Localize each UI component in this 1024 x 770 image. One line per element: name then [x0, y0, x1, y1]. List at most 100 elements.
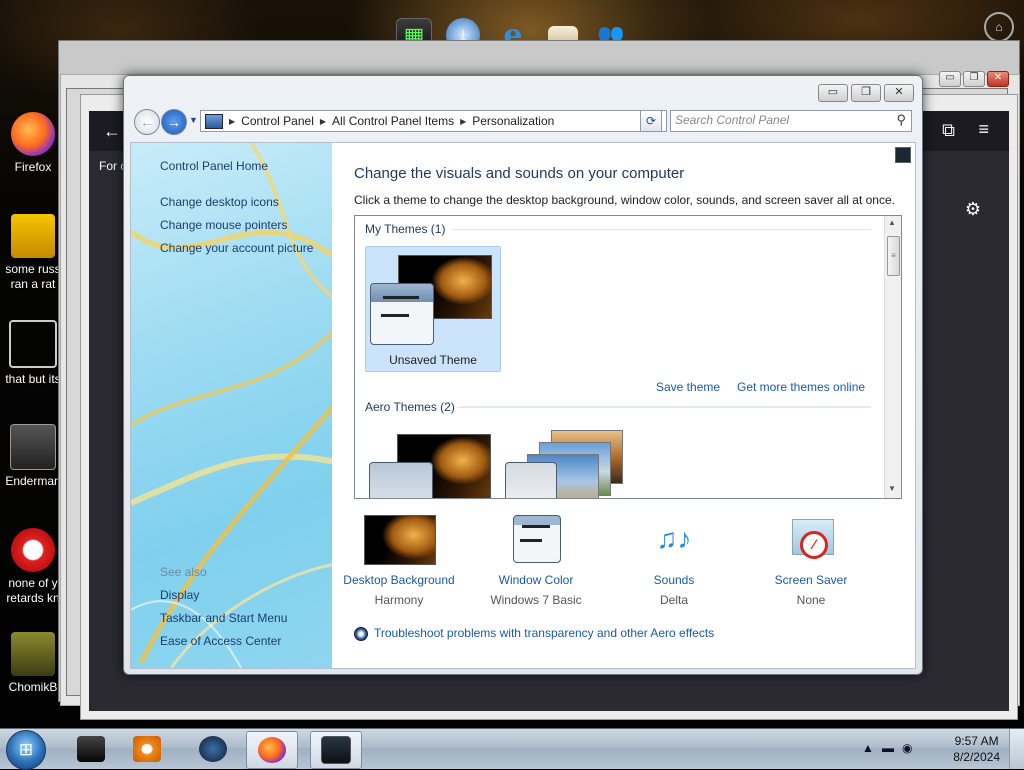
taskbar-firefox[interactable] [246, 731, 298, 769]
windows-logo-icon: ⊞ [18, 740, 34, 759]
desktop-icon-label: Enderman [5, 474, 61, 488]
window-caption-buttons: ▭ ❐ ✕ [818, 84, 914, 102]
troubleshoot-icon [354, 627, 368, 641]
sounds-icon: ♫♪ [656, 523, 692, 554]
screen-saver-label[interactable]: Screen Saver [741, 573, 881, 587]
hamburger-menu-icon[interactable]: ≡ [978, 119, 989, 140]
address-bar[interactable]: ▶ Control Panel ▶ All Control Panel Item… [200, 110, 667, 132]
sounds-label[interactable]: Sounds [604, 573, 744, 587]
desktop-background-icon [362, 515, 436, 565]
volume-icon[interactable]: ◉ [902, 741, 912, 755]
forward-button[interactable]: → [161, 109, 187, 135]
globe-icon [199, 736, 227, 762]
breadcrumb-control-panel[interactable]: Control Panel [241, 114, 314, 128]
taskbar: ⊞ ▲ ▬ ◉ 9:57 AM 8/2/2024 [0, 728, 1024, 770]
theme-window-thumbnail [505, 462, 557, 498]
media-player-icon [133, 736, 161, 762]
taskbar-app-globe[interactable] [188, 731, 238, 767]
breadcrumb-all-items[interactable]: All Control Panel Items [332, 114, 454, 128]
get-more-themes-link[interactable]: Get more themes online [737, 380, 865, 394]
black-box-icon [77, 736, 105, 762]
network-icon[interactable]: ▬ [882, 741, 894, 755]
maximize-button[interactable]: ❐ [851, 84, 881, 102]
desktop-icon-file-2[interactable]: that but its [0, 320, 66, 387]
desktop-background-option[interactable]: Desktop Background Harmony [329, 515, 469, 607]
screen-saver-icon: ⁄ [774, 515, 848, 565]
monitor-icon [10, 424, 56, 470]
unsaved-theme-label: Unsaved Theme [389, 353, 477, 367]
aero-theme-landscapes-tile[interactable] [505, 428, 639, 498]
close-button[interactable]: ✕ [987, 71, 1009, 87]
desktop-icon-file-5[interactable]: ChomikB [0, 632, 66, 695]
desktop-background-label[interactable]: Desktop Background [329, 573, 469, 587]
theme-window-thumbnail [369, 462, 433, 498]
scroll-thumb[interactable]: ≡ [887, 236, 900, 276]
notification-area: ▲ ▬ ◉ 9:57 AM 8/2/2024 [844, 729, 1024, 769]
group-divider [457, 407, 871, 408]
change-account-picture-link[interactable]: Change your account picture [160, 241, 313, 255]
breadcrumb-separator-icon[interactable]: ▶ [460, 117, 466, 126]
file-icon [11, 214, 55, 258]
window-color-label[interactable]: Window Color [466, 573, 606, 587]
show-desktop-button[interactable] [1009, 729, 1024, 769]
firefox-caption-buttons: ▭ ❐ ✕ [939, 71, 1009, 87]
desktop-icon-label: some russ ran a rat [5, 262, 61, 291]
sounds-option[interactable]: ♫♪ Sounds Delta [604, 515, 744, 607]
window-body: Control Panel Home Change desktop icons … [130, 142, 916, 669]
clock[interactable]: 9:57 AM 8/2/2024 [953, 733, 1000, 765]
scroll-down-arrow-icon[interactable]: ▼ [888, 484, 896, 493]
window-color-option[interactable]: Window Color Windows 7 Basic [466, 515, 606, 607]
screen-saver-option[interactable]: ⁄ Screen Saver None [741, 515, 881, 607]
taskbar-start-menu-link[interactable]: Taskbar and Start Menu [160, 611, 287, 625]
desktop-icon-label: that but its [5, 372, 61, 386]
dock-lock-icon[interactable]: ⌂ [984, 12, 1014, 42]
troubleshoot-aero-link[interactable]: Troubleshoot problems with transparency … [374, 626, 714, 640]
taskbar-media-player[interactable] [122, 731, 172, 767]
aero-themes-group-title: Aero Themes (2) [365, 400, 461, 414]
breadcrumb-separator-icon[interactable]: ▶ [229, 117, 235, 126]
ease-of-access-link[interactable]: Ease of Access Center [160, 634, 281, 648]
personalization-window: ▭ ❐ ✕ ← → ▼ ▶ Control Panel ▶ All Contro… [123, 75, 923, 675]
desktop-icon-file-4[interactable]: none of y retards kn [0, 528, 66, 606]
refresh-button[interactable]: ⟳ [640, 110, 662, 132]
search-input[interactable] [675, 113, 885, 127]
minimize-button[interactable]: ▭ [939, 71, 961, 87]
taskbar-control-panel[interactable] [310, 731, 362, 769]
window-color-value: Windows 7 Basic [490, 593, 582, 607]
show-hidden-icons-icon[interactable]: ▲ [862, 741, 874, 755]
display-link[interactable]: Display [160, 588, 199, 602]
search-box[interactable]: ⚲ [670, 110, 912, 132]
breadcrumb-separator-icon[interactable]: ▶ [320, 117, 326, 126]
settings-gear-icon[interactable]: ⚙ [965, 199, 981, 220]
back-button[interactable]: ← [134, 109, 160, 135]
page-description: Click a theme to change the desktop back… [354, 193, 895, 207]
back-arrow-icon[interactable]: ← [103, 121, 121, 142]
change-desktop-icons-link[interactable]: Change desktop icons [160, 195, 279, 209]
recent-pages-dropdown-icon[interactable]: ▼ [189, 115, 198, 125]
unsaved-theme-tile[interactable]: Unsaved Theme [365, 246, 501, 372]
maximize-button[interactable]: ❐ [963, 71, 985, 87]
desktop-icon-file-1[interactable]: some russ ran a rat [0, 214, 66, 292]
window-color-thumbnail [513, 515, 561, 563]
desktop-icon-label: none of y retards kn [6, 576, 60, 605]
scroll-up-arrow-icon[interactable]: ▲ [888, 218, 896, 227]
start-button[interactable]: ⊞ [6, 730, 46, 770]
extensions-icon[interactable]: ⧉ [942, 120, 955, 141]
breadcrumb-personalization[interactable]: Personalization [472, 114, 554, 128]
control-panel-home-link[interactable]: Control Panel Home [160, 159, 268, 173]
save-theme-link[interactable]: Save theme [656, 380, 720, 394]
desktop-icon-firefox[interactable]: Firefox [0, 112, 66, 175]
change-mouse-pointers-link[interactable]: Change mouse pointers [160, 218, 287, 232]
taskbar-app-black-box[interactable] [66, 731, 116, 767]
stacked-windows-icon [9, 320, 57, 368]
help-icon[interactable] [895, 147, 911, 163]
themes-scrollbar[interactable]: ▲ ≡ ▼ [884, 216, 901, 498]
search-icon[interactable]: ⚲ [896, 112, 906, 128]
sounds-value: Delta [659, 593, 688, 607]
themes-list: My Themes (1) Unsaved Theme Save theme G… [354, 215, 902, 499]
close-button[interactable]: ✕ [884, 84, 914, 102]
desktop-icon-file-3[interactable]: Enderman [0, 424, 66, 489]
minimize-button[interactable]: ▭ [818, 84, 848, 102]
main-content: Change the visuals and sounds on your co… [332, 143, 915, 668]
aero-theme-harmony-tile[interactable] [365, 428, 499, 498]
